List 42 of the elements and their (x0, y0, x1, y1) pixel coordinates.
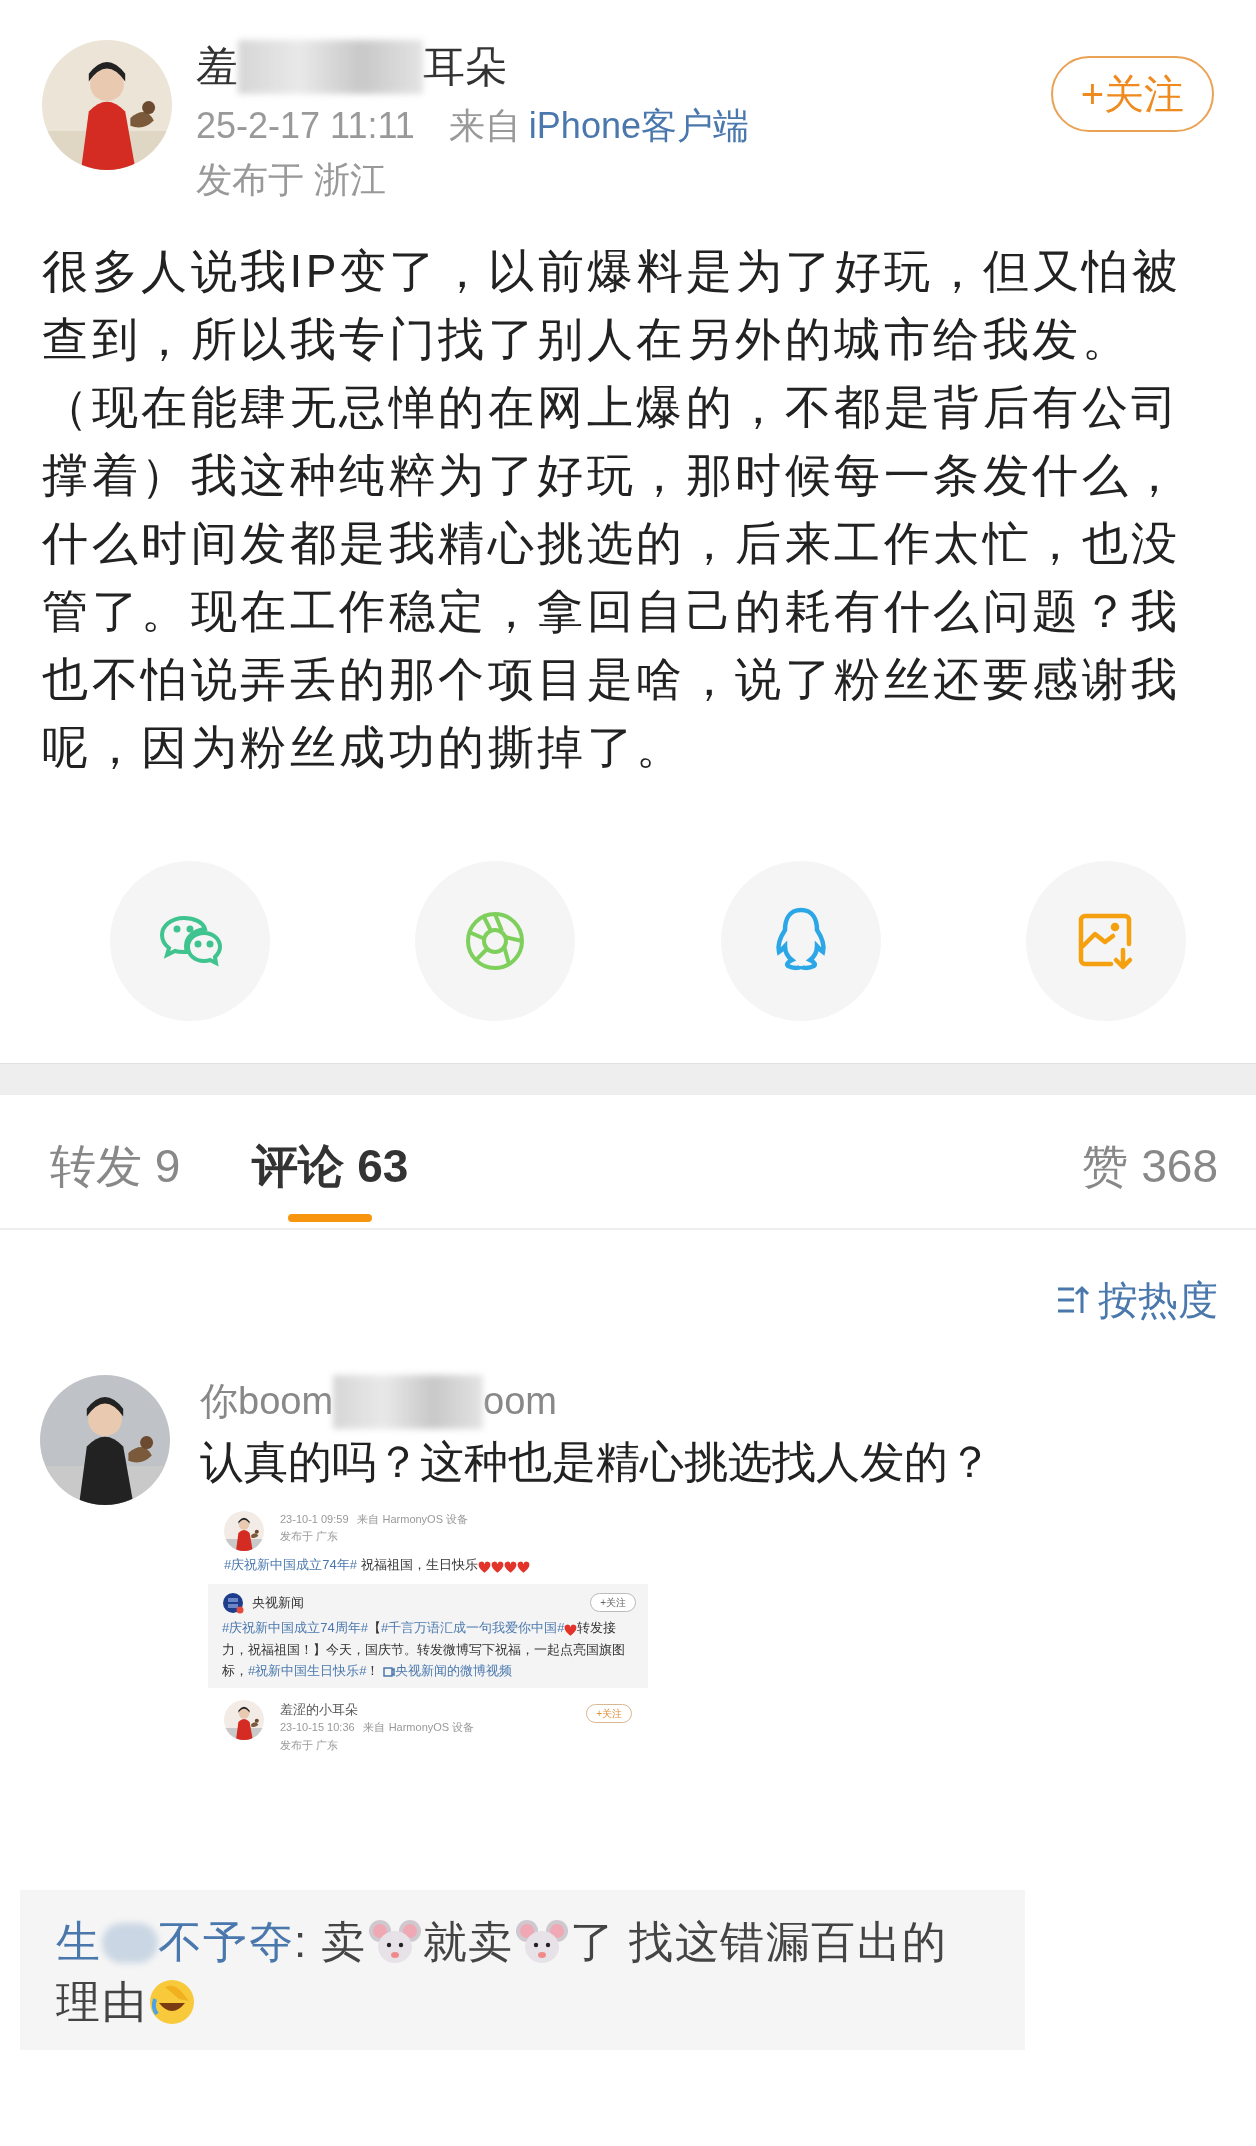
commenter-name[interactable]: oom (483, 1377, 557, 1427)
hashtag-link[interactable]: #千言万语汇成一句我爱你中国# (380, 1619, 565, 1635)
hashtag-link[interactable]: #庆祝新中国成立74年# (224, 1556, 357, 1572)
follow-button[interactable]: +关注 (1050, 56, 1214, 132)
source-link[interactable]: iPhone客户端 (528, 104, 749, 146)
author-name: 羞 (196, 42, 238, 92)
hashtag-link[interactable]: 央视新闻的微博视频 (395, 1663, 513, 1679)
post-location: 发布于 广东 (280, 1738, 339, 1751)
sort-button[interactable]: 按热度 (1056, 1269, 1218, 1330)
aperture-icon (464, 909, 527, 972)
reply-text: 生 不予夺: 卖 就卖 了 找这错漏百出的理由 (56, 1915, 949, 2029)
chat-bubbles-icon (158, 913, 222, 968)
source-label: 来自 (362, 1721, 385, 1734)
source-text: HarmonyOS 设备 (388, 1721, 475, 1734)
sort-icon (1056, 1284, 1090, 1315)
repost-text: #庆祝新中国成立74周年#【#千言万语汇成一句我爱你中国# 转发接力，祝福祖国！】今天，国庆节。转发微博写下祝福，一起点亮国旗图标，#祝新中国生日快乐#！ 央视新闻的微博视频 (222, 1617, 636, 1682)
post-time: 23-10-1 09:59 (280, 1512, 349, 1525)
post-text: #庆祝新中国成立74年# 祝福祖国，生日快乐 (208, 1554, 648, 1578)
post-time: 23-10-15 10:36 (280, 1721, 355, 1734)
source-text: HarmonyOS 设备 (382, 1512, 469, 1525)
tab[interactable]: 赞 368 (1082, 1138, 1218, 1228)
source-label: 来自 (356, 1512, 379, 1525)
hashtag-link[interactable]: #庆祝新中国成立74周年# (222, 1619, 368, 1635)
post-text: 很多人说我IP变了，以前爆料是为了好玩，但又怕被查到，所以我专门找了别人在另外的城市给我发。（现在能肆无忌惮的在网上爆的，不都是背后有公司撑着）我这种纯粹为了好玩，那时候每一条发什么，什么时间发都是我精心挑选的，后来工作太忙，也没管了。现在工作稳定，拿回自己的耗有什么问题？我也不怕说弄丢的那个项目是啥，说了粉丝还要感谢我呢，因为粉丝成功的撕掉了。 (41, 243, 1183, 775)
post-location: 发布于 广东 (280, 1530, 339, 1543)
news-account-name: 央视新闻 (252, 1593, 304, 1612)
tab[interactable]: 评论 63 (252, 1138, 409, 1228)
author-name: 羞涩的小耳朵 (280, 1701, 358, 1717)
source-label: 来自 (448, 104, 521, 146)
post-time: 25-2-17 11:11 (196, 104, 415, 146)
tab[interactable]: 转发 9 (50, 1138, 181, 1228)
post-location: 发布于 浙江 (196, 158, 386, 200)
author-name: 耳朵 (423, 42, 507, 92)
follow-button[interactable]: +关注 (586, 1703, 632, 1723)
follow-button[interactable]: +关注 (590, 1593, 636, 1613)
hashtag-link[interactable]: #祝新中国生日快乐# (248, 1663, 367, 1679)
comment-text: 认真的吗？这种也是精心挑选找人发的？ (200, 1435, 993, 1488)
reply-author[interactable]: 不予夺 (157, 1916, 294, 1966)
news-logo-icon (222, 1591, 244, 1614)
reply-author[interactable]: 生 (56, 1916, 102, 1966)
mosaic-patch (101, 1922, 158, 1963)
commenter-name[interactable]: 你boom (200, 1377, 334, 1427)
